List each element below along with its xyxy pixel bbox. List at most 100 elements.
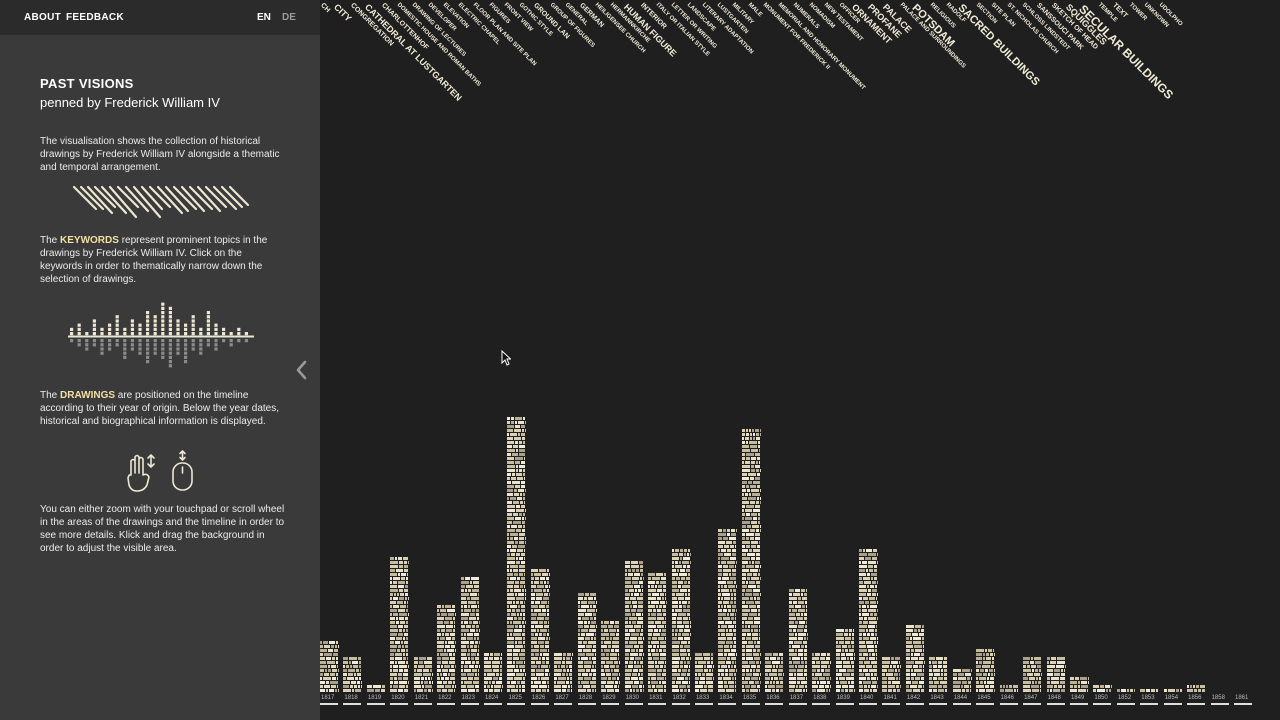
drawing-thumbnail[interactable] [757, 613, 760, 616]
drawing-thumbnail[interactable] [757, 521, 760, 524]
drawing-thumbnail[interactable] [641, 613, 643, 616]
drawing-thumbnail[interactable] [918, 633, 924, 636]
drawing-thumbnail[interactable] [477, 645, 479, 648]
drawing-thumbnail[interactable] [472, 681, 479, 684]
drawing-thumbnail[interactable] [736, 529, 738, 532]
drawing-thumbnail[interactable] [788, 665, 794, 668]
drawing-thumbnail[interactable] [546, 613, 549, 616]
drawing-thumbnail[interactable] [758, 633, 760, 636]
drawing-thumbnail[interactable] [793, 673, 796, 676]
drawing-thumbnail[interactable] [749, 529, 755, 532]
drawing-thumbnail[interactable] [875, 649, 878, 652]
drawing-thumbnail[interactable] [734, 641, 737, 644]
drawing-thumbnail[interactable] [469, 629, 475, 632]
drawing-thumbnail[interactable] [679, 645, 683, 648]
drawing-thumbnail[interactable] [454, 689, 456, 692]
drawing-thumbnail[interactable] [467, 657, 470, 660]
drawing-thumbnail[interactable] [726, 633, 734, 636]
drawing-thumbnail[interactable] [800, 681, 807, 684]
drawing-thumbnail[interactable] [888, 685, 896, 688]
drawing-thumbnail[interactable] [788, 653, 797, 656]
drawing-thumbnail[interactable] [530, 669, 535, 672]
drawing-thumbnail[interactable] [398, 645, 402, 648]
drawing-thumbnail[interactable] [399, 629, 403, 632]
drawing-thumbnail[interactable] [788, 673, 793, 676]
drawing-thumbnail[interactable] [519, 665, 526, 668]
drawing-thumbnail[interactable] [675, 681, 681, 684]
drawing-thumbnail[interactable] [640, 629, 643, 632]
drawing-thumbnail[interactable] [507, 661, 513, 664]
drawing-thumbnail[interactable] [642, 577, 644, 580]
drawing-thumbnail[interactable] [548, 573, 550, 576]
drawing-thumbnail[interactable] [521, 553, 526, 556]
drawing-thumbnail[interactable] [874, 569, 878, 572]
drawing-thumbnail[interactable] [1023, 661, 1030, 664]
drawing-thumbnail[interactable] [797, 609, 805, 612]
drawing-thumbnail[interactable] [442, 605, 445, 608]
drawing-thumbnail[interactable] [1151, 689, 1156, 692]
drawing-thumbnail[interactable] [812, 681, 817, 684]
drawing-thumbnail[interactable] [633, 645, 639, 648]
drawing-thumbnail[interactable] [624, 665, 627, 668]
drawing-thumbnail[interactable] [749, 597, 753, 600]
drawing-thumbnail[interactable] [922, 649, 924, 652]
drawing-thumbnail[interactable] [614, 685, 618, 688]
drawing-thumbnail[interactable] [393, 665, 399, 668]
year-label[interactable]: 1836 [766, 695, 779, 701]
drawing-thumbnail[interactable] [662, 673, 667, 676]
drawing-thumbnail[interactable] [403, 657, 407, 660]
drawing-thumbnail[interactable] [324, 673, 329, 676]
drawing-thumbnail[interactable] [794, 633, 797, 636]
drawing-thumbnail[interactable] [736, 669, 738, 672]
drawing-thumbnail[interactable] [724, 545, 730, 548]
drawing-thumbnail[interactable] [619, 673, 621, 676]
drawing-thumbnail[interactable] [523, 513, 526, 516]
drawing-thumbnail[interactable] [624, 677, 630, 680]
drawing-thumbnail[interactable] [530, 633, 534, 636]
drawing-thumbnail[interactable] [652, 685, 656, 688]
drawing-thumbnail[interactable] [859, 585, 867, 588]
drawing-thumbnail[interactable] [513, 445, 519, 448]
drawing-thumbnail[interactable] [455, 685, 457, 688]
drawing-thumbnail[interactable] [817, 669, 821, 672]
drawing-thumbnail[interactable] [470, 605, 477, 608]
drawing-thumbnail[interactable] [405, 585, 409, 588]
drawing-thumbnail[interactable] [401, 573, 407, 576]
drawing-thumbnail[interactable] [759, 525, 761, 528]
drawing-thumbnail[interactable] [627, 569, 631, 572]
drawing-thumbnail[interactable] [1074, 677, 1079, 680]
drawing-thumbnail[interactable] [741, 461, 744, 464]
drawing-thumbnail[interactable] [513, 513, 519, 516]
drawing-thumbnail[interactable] [628, 629, 635, 632]
drawing-thumbnail[interactable] [749, 569, 758, 572]
drawing-thumbnail[interactable] [703, 657, 710, 660]
drawing-thumbnail[interactable] [781, 661, 784, 664]
drawing-thumbnail[interactable] [750, 449, 758, 452]
drawing-thumbnail[interactable] [514, 489, 518, 492]
drawing-thumbnail[interactable] [685, 657, 689, 660]
drawing-thumbnail[interactable] [730, 557, 737, 560]
drawing-thumbnail[interactable] [394, 681, 399, 684]
drawing-thumbnail[interactable] [448, 673, 451, 676]
drawing-thumbnail[interactable] [803, 669, 807, 672]
drawing-thumbnail[interactable] [437, 669, 442, 672]
drawing-thumbnail[interactable] [665, 677, 667, 680]
drawing-thumbnail[interactable] [507, 605, 510, 608]
drawing-thumbnail[interactable] [473, 677, 479, 680]
drawing-thumbnail[interactable] [519, 565, 526, 568]
drawing-thumbnail[interactable] [426, 657, 432, 660]
drawing-thumbnail[interactable] [772, 669, 778, 672]
drawing-thumbnail[interactable] [507, 473, 512, 476]
drawing-thumbnail[interactable] [336, 673, 338, 676]
drawing-thumbnail[interactable] [513, 657, 520, 660]
drawing-thumbnail[interactable] [406, 629, 409, 632]
drawing-thumbnail[interactable] [397, 649, 401, 652]
drawing-thumbnail[interactable] [477, 605, 479, 608]
drawing-thumbnail[interactable] [530, 573, 533, 576]
drawing-thumbnail[interactable] [728, 625, 735, 628]
drawing-thumbnail[interactable] [721, 597, 724, 600]
drawing-thumbnail[interactable] [835, 629, 844, 632]
drawing-thumbnail[interactable] [863, 621, 869, 624]
year-label[interactable]: 1842 [907, 695, 920, 701]
drawing-thumbnail[interactable] [820, 657, 826, 660]
